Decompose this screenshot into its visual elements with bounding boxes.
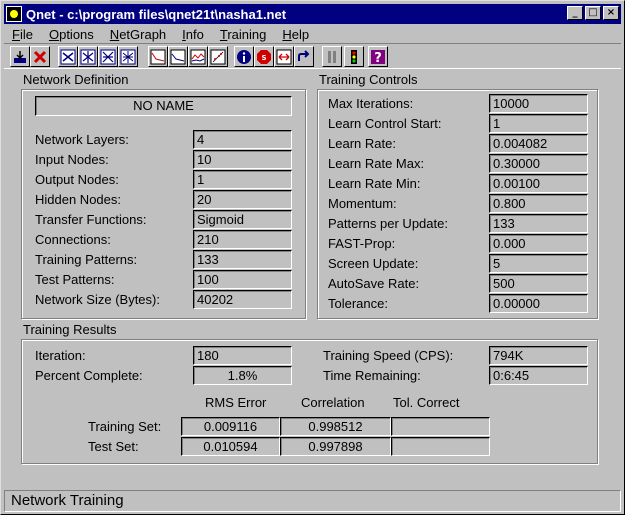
maximize-button[interactable]: □ xyxy=(585,6,601,20)
connections-field[interactable]: 210 xyxy=(193,230,292,249)
patterns-per-update-label: Patterns per Update: xyxy=(328,216,448,231)
learn-rate-max-field[interactable]: 0.30000 xyxy=(489,154,588,173)
test-set-tol-field xyxy=(391,437,490,456)
fast-prop-field[interactable]: 0.000 xyxy=(489,234,588,253)
status-bar: Network Training xyxy=(4,490,621,512)
window-title: Qnet - c:\program files\qnet21t\nasha1.n… xyxy=(26,6,287,22)
learn-rate-field[interactable]: 0.004082 xyxy=(489,134,588,153)
network-icon-1[interactable] xyxy=(58,46,78,67)
hidden-nodes-label: Hidden Nodes: xyxy=(35,192,121,207)
network-icon-4[interactable] xyxy=(118,46,138,67)
max-iterations-field[interactable]: 10000 xyxy=(489,94,588,113)
menu-training[interactable]: Training xyxy=(212,27,275,42)
menu-bar: File Options NetGraph Info Training Help xyxy=(4,25,317,43)
fast-prop-label: FAST-Prop: xyxy=(328,236,396,251)
learn-rate-max-label: Learn Rate Max: xyxy=(328,156,425,171)
network-name-field[interactable]: NO NAME xyxy=(35,96,292,116)
autosave-rate-field[interactable]: 500 xyxy=(489,274,588,293)
resize-icon[interactable] xyxy=(274,46,294,67)
training-set-correlation-field: 0.998512 xyxy=(280,417,391,436)
training-speed-label: Training Speed (CPS): xyxy=(323,348,454,363)
transfer-functions-field[interactable]: Sigmoid xyxy=(193,210,292,229)
training-controls-label: Training Controls xyxy=(319,72,418,87)
svg-text:S: S xyxy=(261,54,266,62)
momentum-label: Momentum: xyxy=(328,196,397,211)
transfer-functions-label: Transfer Functions: xyxy=(35,212,147,227)
training-speed-field: 794K xyxy=(489,346,588,365)
network-layers-label: Network Layers: xyxy=(35,132,129,147)
rms-error-header: RMS Error xyxy=(205,395,267,410)
menu-info[interactable]: Info xyxy=(174,27,212,42)
menu-help[interactable]: Help xyxy=(274,27,317,42)
input-nodes-field[interactable]: 10 xyxy=(193,150,292,169)
app-icon[interactable] xyxy=(6,6,22,22)
iteration-field: 180 xyxy=(193,346,292,365)
learn-control-start-label: Learn Control Start: xyxy=(328,116,442,131)
test-set-correlation-field: 0.997898 xyxy=(280,437,391,456)
correlation-header: Correlation xyxy=(301,395,365,410)
time-remaining-field: 0:6:45 xyxy=(489,366,588,385)
close-x-icon[interactable] xyxy=(30,46,50,67)
close-button[interactable]: × xyxy=(603,6,619,20)
test-set-rms-field: 0.010594 xyxy=(181,437,280,456)
training-set-tol-field xyxy=(391,417,490,436)
screen-update-field[interactable]: 5 xyxy=(489,254,588,273)
help-icon[interactable]: ? xyxy=(368,46,388,67)
network-definition-label: Network Definition xyxy=(23,72,129,87)
training-patterns-field[interactable]: 133 xyxy=(193,250,292,269)
network-size-field[interactable]: 40202 xyxy=(193,290,292,309)
traffic-light-icon[interactable] xyxy=(344,46,364,67)
test-patterns-label: Test Patterns: xyxy=(35,272,115,287)
training-set-label: Training Set: xyxy=(88,419,162,434)
scatter-graph-icon[interactable] xyxy=(208,46,228,67)
tolerance-field[interactable]: 0.00000 xyxy=(489,294,588,313)
percent-complete-label: Percent Complete: xyxy=(35,368,143,383)
test-patterns-field[interactable]: 100 xyxy=(193,270,292,289)
training-results-label: Training Results xyxy=(23,322,117,337)
test-graph-icon[interactable] xyxy=(168,46,188,67)
pause-icon[interactable] xyxy=(322,46,342,67)
network-icon-2[interactable] xyxy=(78,46,98,67)
iteration-label: Iteration: xyxy=(35,348,86,363)
input-nodes-label: Input Nodes: xyxy=(35,152,109,167)
training-patterns-label: Training Patterns: xyxy=(35,252,138,267)
tol-correct-header: Tol. Correct xyxy=(393,395,460,410)
max-iterations-label: Max Iterations: xyxy=(328,96,414,111)
screen-update-label: Screen Update: xyxy=(328,256,419,271)
test-set-label: Test Set: xyxy=(88,439,139,454)
network-icon-3[interactable] xyxy=(98,46,118,67)
menu-netgraph[interactable]: NetGraph xyxy=(102,27,174,42)
app-window: Qnet - c:\program files\qnet21t\nasha1.n… xyxy=(0,0,625,515)
percent-complete-field: 1.8% xyxy=(193,366,292,385)
stop-icon[interactable]: S xyxy=(254,46,274,67)
minimize-button[interactable]: _ xyxy=(567,6,583,20)
hidden-nodes-field[interactable]: 20 xyxy=(193,190,292,209)
svg-text:?: ? xyxy=(374,51,382,65)
momentum-field[interactable]: 0.800 xyxy=(489,194,588,213)
connections-label: Connections: xyxy=(35,232,111,247)
return-icon[interactable] xyxy=(294,46,314,67)
menu-options[interactable]: Options xyxy=(41,27,102,42)
time-remaining-label: Time Remaining: xyxy=(323,368,421,383)
patterns-per-update-field[interactable]: 133 xyxy=(489,214,588,233)
title-bar[interactable]: Qnet - c:\program files\qnet21t\nasha1.n… xyxy=(4,4,621,24)
network-layers-field[interactable]: 4 xyxy=(193,130,292,149)
learn-control-start-field[interactable]: 1 xyxy=(489,114,588,133)
save-exit-icon[interactable] xyxy=(10,46,30,67)
output-nodes-label: Output Nodes: xyxy=(35,172,119,187)
error-graph-icon[interactable] xyxy=(148,46,168,67)
line-graph-icon[interactable] xyxy=(188,46,208,67)
learn-rate-min-label: Learn Rate Min: xyxy=(328,176,421,191)
learn-rate-min-field[interactable]: 0.00100 xyxy=(489,174,588,193)
autosave-rate-label: AutoSave Rate: xyxy=(328,276,420,291)
training-set-rms-field: 0.009116 xyxy=(181,417,280,436)
network-size-label: Network Size (Bytes): xyxy=(35,292,160,307)
info-icon[interactable] xyxy=(234,46,254,67)
learn-rate-label: Learn Rate: xyxy=(328,136,396,151)
toolbar: S ? xyxy=(4,43,621,69)
output-nodes-field[interactable]: 1 xyxy=(193,170,292,189)
menu-file[interactable]: File xyxy=(4,27,41,42)
tolerance-label: Tolerance: xyxy=(328,296,388,311)
